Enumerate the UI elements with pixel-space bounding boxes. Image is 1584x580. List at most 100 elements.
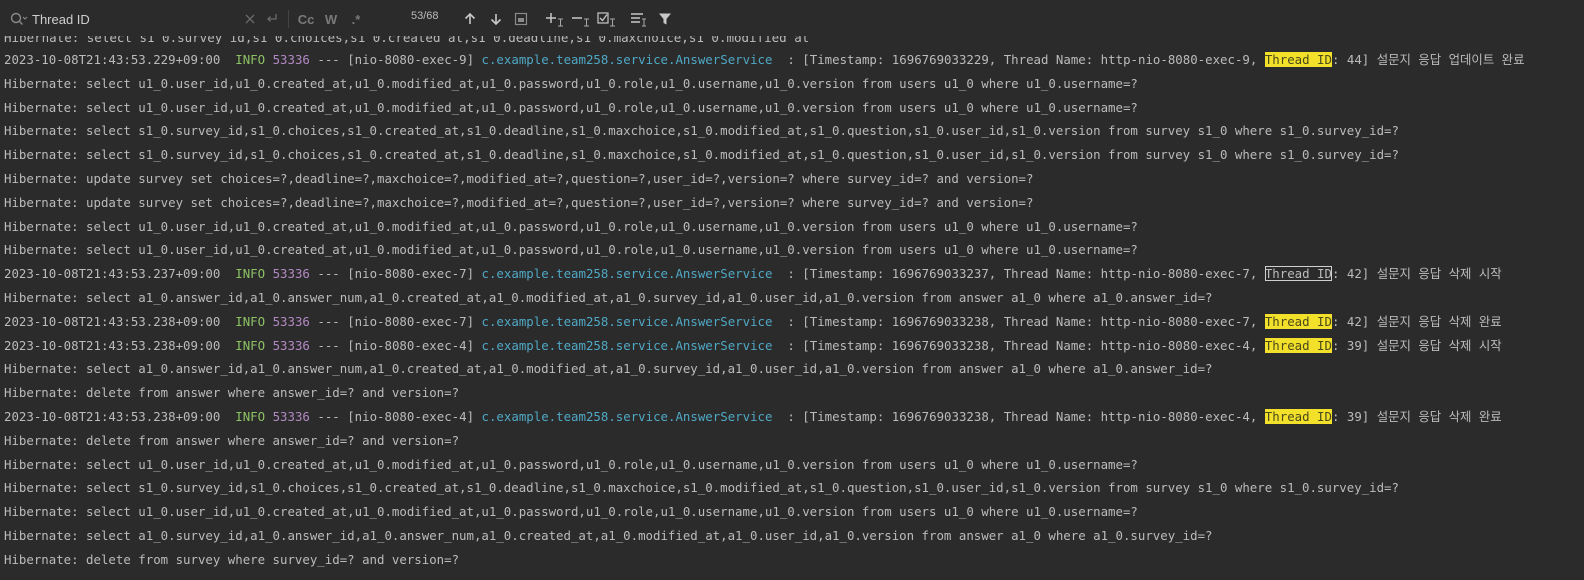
log-separator: --- <box>317 337 340 353</box>
log-timestamp: 2023-10-08T21:43:53.237+09:00 <box>4 266 221 282</box>
log-line: Hibernate: select u1_0.user_id,u1_0.crea… <box>0 238 1584 262</box>
log-line: 2023-10-08T21:43:53.229+09:00 INFO 53336… <box>0 48 1584 72</box>
log-class: c.example.team258.service.AnswerService <box>481 337 773 353</box>
log-line: 2023-10-08T21:43:53.238+09:00 INFO 53336… <box>0 310 1584 334</box>
toolbar-divider <box>288 10 289 28</box>
log-line: Hibernate: select u1_0.user_id,u1_0.crea… <box>0 96 1584 120</box>
log-class: c.example.team258.service.AnswerService <box>481 313 773 329</box>
log-thread: [nio-8080-exec-4] <box>347 337 475 353</box>
log-text: Hibernate: select a1_0.survey_id,a1_0.an… <box>4 527 1213 543</box>
log-text: Hibernate: select u1_0.user_id,u1_0.crea… <box>4 504 1138 520</box>
search-match: Thread ID <box>1264 408 1332 424</box>
console-log[interactable]: 2023-10-08T21:43:53.229+09:00 INFO 53336… <box>0 48 1584 572</box>
log-text: Hibernate: delete from answer where answ… <box>4 432 460 448</box>
log-line: Hibernate: select u1_0.user_id,u1_0.crea… <box>0 453 1584 477</box>
find-bar: Cc W .* 53/68 <box>0 0 1584 36</box>
log-text: Hibernate: update survey set choices=?,d… <box>4 170 1034 186</box>
log-pid: 53336 <box>272 337 310 353</box>
search-icon[interactable] <box>8 9 28 29</box>
log-message-end: : 39] 설문지 응답 삭제 완료 <box>1331 408 1502 424</box>
log-line: Hibernate: select u1_0.user_id,u1_0.crea… <box>0 72 1584 96</box>
partially-hidden-line: Hibernate: select s1_0.survey_id,s1_0.ch… <box>0 36 1584 44</box>
log-text: Hibernate: select a1_0.answer_id,a1_0.an… <box>4 289 1213 305</box>
log-timestamp: 2023-10-08T21:43:53.238+09:00 <box>4 313 221 329</box>
log-line: Hibernate: select a1_0.answer_id,a1_0.an… <box>0 357 1584 381</box>
log-message: : [Timestamp: 1696769033238, Thread Name… <box>787 408 1265 424</box>
arrow-down-icon[interactable] <box>488 10 504 28</box>
log-timestamp: 2023-10-08T21:43:53.238+09:00 <box>4 408 221 424</box>
log-pid: 53336 <box>272 408 310 424</box>
whole-words-toggle[interactable]: W <box>323 10 339 28</box>
partial-log-text: Hibernate: select s1_0.survey_id,s1_0.ch… <box>4 36 810 44</box>
log-class: c.example.team258.service.AnswerService <box>481 52 773 67</box>
log-line: Hibernate: select u1_0.user_id,u1_0.crea… <box>0 215 1584 239</box>
log-pid: 53336 <box>272 52 310 67</box>
log-pid: 53336 <box>272 266 310 282</box>
log-line: Hibernate: select s1_0.survey_id,s1_0.ch… <box>0 476 1584 500</box>
match-count: 53/68 <box>411 10 439 22</box>
log-timestamp: 2023-10-08T21:43:53.229+09:00 <box>4 52 221 67</box>
log-line: 2023-10-08T21:43:53.237+09:00 INFO 53336… <box>0 262 1584 286</box>
remove-selection-icon[interactable] <box>571 10 591 28</box>
log-line: 2023-10-08T21:43:53.238+09:00 INFO 53336… <box>0 334 1584 358</box>
regex-toggle[interactable]: .* <box>348 10 364 28</box>
filter-search-icon[interactable] <box>630 10 648 28</box>
log-thread: [nio-8080-exec-7] <box>347 313 475 329</box>
log-text: Hibernate: select s1_0.survey_id,s1_0.ch… <box>4 147 1399 163</box>
log-text: Hibernate: update survey set choices=?,d… <box>4 194 1034 210</box>
log-text: Hibernate: select s1_0.survey_id,s1_0.ch… <box>4 480 1399 496</box>
log-text: Hibernate: select u1_0.user_id,u1_0.crea… <box>4 75 1138 91</box>
search-match: Thread ID <box>1264 266 1332 282</box>
search-field-wrapper <box>8 8 240 30</box>
log-line: Hibernate: select a1_0.answer_id,a1_0.an… <box>0 286 1584 310</box>
log-level: INFO <box>235 337 266 353</box>
log-text: Hibernate: select s1_0.survey_id,s1_0.ch… <box>4 123 1399 139</box>
log-line: Hibernate: delete from answer where answ… <box>0 429 1584 453</box>
replace-icon[interactable] <box>264 10 280 28</box>
log-text: Hibernate: select a1_0.answer_id,a1_0.an… <box>4 361 1213 377</box>
log-text: Hibernate: delete from survey where surv… <box>4 551 460 567</box>
search-input[interactable] <box>28 11 232 27</box>
log-message-end: : 42] 설문지 응답 삭제 시작 <box>1331 266 1502 282</box>
select-all-icon[interactable] <box>513 10 529 28</box>
log-level: INFO <box>235 266 266 282</box>
log-message-end: : 42] 설문지 응답 삭제 완료 <box>1331 313 1502 329</box>
log-text: Hibernate: select u1_0.user_id,u1_0.crea… <box>4 456 1138 472</box>
log-level: INFO <box>235 313 266 329</box>
log-timestamp: 2023-10-08T21:43:53.238+09:00 <box>4 337 221 353</box>
log-message: : [Timestamp: 1696769033238, Thread Name… <box>787 337 1265 353</box>
add-selection-icon[interactable] <box>545 10 565 28</box>
filter-icon[interactable] <box>657 10 673 28</box>
log-line: Hibernate: delete from answer where answ… <box>0 381 1584 405</box>
log-separator: --- <box>317 408 340 424</box>
log-line: Hibernate: select a1_0.survey_id,a1_0.an… <box>0 524 1584 548</box>
search-match: Thread ID <box>1264 337 1332 353</box>
match-case-toggle[interactable]: Cc <box>297 10 315 28</box>
log-separator: --- <box>317 52 340 67</box>
log-line: Hibernate: delete from survey where surv… <box>0 548 1584 572</box>
log-class: c.example.team258.service.AnswerService <box>481 408 773 424</box>
log-line: Hibernate: update survey set choices=?,d… <box>0 191 1584 215</box>
search-match: Thread ID <box>1264 313 1332 329</box>
log-message-end: : 39] 설문지 응답 삭제 시작 <box>1331 337 1502 353</box>
select-all-occurrences-icon[interactable] <box>597 10 617 28</box>
log-thread: [nio-8080-exec-4] <box>347 408 475 424</box>
log-class: c.example.team258.service.AnswerService <box>481 266 773 282</box>
log-line: Hibernate: select u1_0.user_id,u1_0.crea… <box>0 500 1584 524</box>
log-text: Hibernate: select u1_0.user_id,u1_0.crea… <box>4 242 1138 258</box>
log-thread: [nio-8080-exec-9] <box>347 52 475 67</box>
arrow-up-icon[interactable] <box>462 10 478 28</box>
log-line: Hibernate: select s1_0.survey_id,s1_0.ch… <box>0 119 1584 143</box>
close-icon[interactable] <box>243 10 257 28</box>
log-line: Hibernate: select s1_0.survey_id,s1_0.ch… <box>0 143 1584 167</box>
log-text: Hibernate: delete from answer where answ… <box>4 385 460 401</box>
log-message: : [Timestamp: 1696769033229, Thread Name… <box>787 52 1265 67</box>
log-level: INFO <box>235 408 266 424</box>
log-message-end: : 44] 설문지 응답 업데이트 완료 <box>1331 52 1525 67</box>
log-line: Hibernate: update survey set choices=?,d… <box>0 167 1584 191</box>
log-message: : [Timestamp: 1696769033237, Thread Name… <box>787 266 1265 282</box>
log-line: 2023-10-08T21:43:53.238+09:00 INFO 53336… <box>0 405 1584 429</box>
log-level: INFO <box>235 52 266 67</box>
log-thread: [nio-8080-exec-7] <box>347 266 475 282</box>
log-separator: --- <box>317 266 340 282</box>
